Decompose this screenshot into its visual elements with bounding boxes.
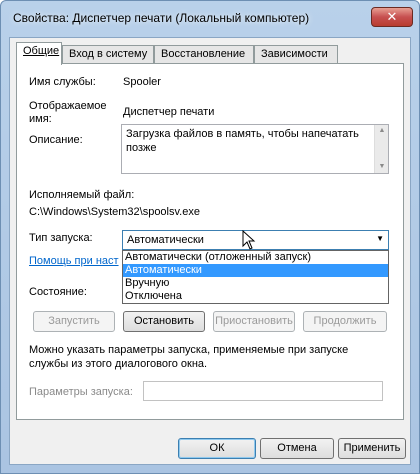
start-button[interactable]: Запустить bbox=[33, 311, 115, 332]
tab-general[interactable]: Общие bbox=[16, 42, 62, 65]
startup-type-value: Автоматически bbox=[127, 234, 204, 246]
stop-button[interactable]: Остановить bbox=[123, 311, 205, 332]
mouse-pointer-icon bbox=[242, 229, 256, 253]
tab-logon[interactable]: Вход в систему bbox=[62, 45, 154, 64]
service-name-value: Spooler bbox=[123, 76, 161, 88]
hint-text-line2: службы из этого диалогового окна. bbox=[29, 358, 208, 370]
dialog-client: Общие Вход в систему Восстановление Зави… bbox=[9, 37, 411, 465]
close-button[interactable]: ✕ bbox=[371, 7, 413, 27]
general-tab-panel: Имя службы: Spooler Отображаемое имя: Ди… bbox=[16, 63, 404, 420]
scroll-down-icon[interactable]: ▼ bbox=[375, 161, 389, 173]
display-name-label-2: имя: bbox=[29, 113, 52, 125]
pause-button[interactable]: Приостановить bbox=[213, 311, 295, 332]
description-label: Описание: bbox=[29, 134, 83, 146]
description-scrollbar[interactable]: ▲ ▼ bbox=[374, 125, 388, 173]
display-name-label: Отображаемое bbox=[29, 100, 107, 112]
executable-path: C:\Windows\System32\spoolsv.exe bbox=[29, 206, 200, 218]
help-startup-link[interactable]: Помощь при наст bbox=[29, 255, 119, 267]
title-bar[interactable]: Свойства: Диспетчер печати (Локальный ко… bbox=[1, 1, 419, 37]
description-text: Загрузка файлов в память, чтобы напечата… bbox=[126, 128, 359, 154]
startup-type-label: Тип запуска: bbox=[29, 232, 93, 244]
executable-label: Исполняемый файл: bbox=[29, 189, 135, 201]
close-icon: ✕ bbox=[386, 9, 398, 24]
hint-text-line1: Можно указать параметры запуска, применя… bbox=[29, 344, 349, 356]
description-box[interactable]: Загрузка файлов в память, чтобы напечата… bbox=[121, 124, 389, 174]
ok-button[interactable]: ОК bbox=[178, 438, 256, 459]
window-title: Свойства: Диспетчер печати (Локальный ко… bbox=[13, 11, 310, 25]
startup-option-manual[interactable]: Вручную bbox=[123, 277, 388, 290]
apply-button[interactable]: Применить bbox=[338, 438, 406, 459]
resume-button[interactable]: Продолжить bbox=[303, 311, 387, 332]
startup-option-disabled[interactable]: Отключена bbox=[123, 290, 388, 303]
chevron-down-icon: ▼ bbox=[376, 234, 384, 243]
service-name-label: Имя службы: bbox=[29, 76, 96, 88]
status-label: Состояние: bbox=[29, 286, 87, 298]
params-label: Параметры запуска: bbox=[29, 386, 133, 398]
tab-recovery[interactable]: Восстановление bbox=[154, 45, 254, 64]
startup-type-dropdown: Автоматически (отложенный запуск) Автома… bbox=[122, 250, 389, 304]
properties-window: Свойства: Диспетчер печати (Локальный ко… bbox=[0, 0, 420, 474]
display-name-value: Диспетчер печати bbox=[123, 106, 215, 118]
scroll-up-icon[interactable]: ▲ bbox=[375, 125, 389, 137]
tab-dependencies[interactable]: Зависимости bbox=[254, 45, 338, 64]
params-input[interactable] bbox=[143, 381, 383, 401]
cancel-button[interactable]: Отмена bbox=[260, 438, 334, 459]
startup-option-automatic[interactable]: Автоматически bbox=[123, 264, 388, 277]
